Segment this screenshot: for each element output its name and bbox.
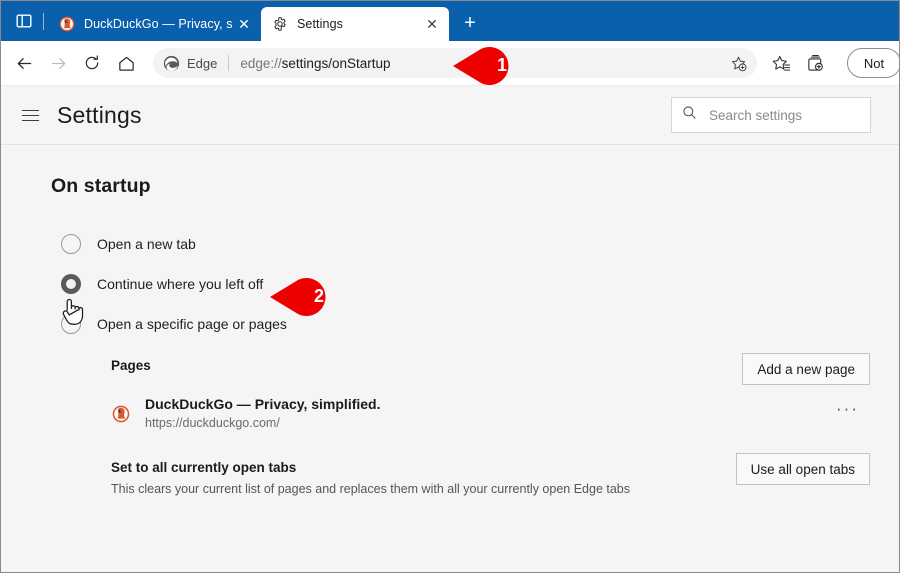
edge-logo-icon [163,55,180,72]
search-placeholder: Search settings [709,107,803,123]
profile-button[interactable]: Not [847,48,899,78]
duckduckgo-icon [59,16,75,32]
collections-icon[interactable] [799,47,831,79]
radio-continue-where-left-off[interactable]: Continue where you left off [51,264,871,304]
tab-divider [43,13,44,30]
tab-title: DuckDuckGo — Privacy, simplified. [84,17,233,31]
url-scheme: edge:// [240,55,282,71]
more-options-icon[interactable]: ··· [836,400,859,417]
tab-list-icon[interactable] [7,4,41,38]
duckduckgo-icon [111,404,131,424]
refresh-icon[interactable] [75,46,109,80]
add-new-page-button[interactable]: Add a new page [742,353,870,385]
list-item[interactable]: DuckDuckGo — Privacy, simplified. https:… [111,395,871,432]
omnibox-divider [228,55,230,71]
address-bar[interactable]: Edge edge://settings/onStartup [153,48,757,78]
page-name: DuckDuckGo — Privacy, simplified. [145,396,381,412]
settings-header: Settings Search settings [1,86,899,145]
tab-strip: DuckDuckGo — Privacy, simplified. ✕ Sett… [1,1,899,41]
search-input[interactable]: Search settings [671,97,871,133]
radio-button[interactable] [61,314,81,334]
radio-open-new-tab[interactable]: Open a new tab [51,224,871,264]
url-path: settings/onStartup [281,55,391,71]
radio-button[interactable] [61,234,81,254]
settings-page: Settings Search settings On startup Open… [1,86,899,572]
back-arrow-icon[interactable] [7,46,41,80]
radio-open-specific-pages[interactable]: Open a specific page or pages [51,304,871,344]
search-icon [682,105,697,125]
add-favorite-star-icon[interactable] [725,50,751,76]
new-tab-button[interactable]: + [455,8,485,38]
section-title-on-startup: On startup [51,175,151,197]
browser-tab-settings[interactable]: Settings ✕ [261,7,449,41]
browser-tab-duckduckgo[interactable]: DuckDuckGo — Privacy, simplified. ✕ [48,7,261,41]
edge-brand-label: Edge [187,55,218,71]
radio-button[interactable] [61,274,81,294]
hamburger-menu-icon[interactable] [17,102,43,128]
close-icon[interactable]: ✕ [233,13,255,35]
close-icon[interactable]: ✕ [421,13,443,35]
page-url: https://duckduckgo.com/ [145,415,280,430]
forward-arrow-icon [41,46,75,80]
settings-content: On startup Open a new tab Continue where… [1,145,899,572]
browser-toolbar: Edge edge://settings/onStartup Not [1,41,899,86]
gear-icon [272,16,288,32]
radio-label: Open a new tab [97,236,196,252]
home-icon[interactable] [109,46,143,80]
list-item-texts: DuckDuckGo — Privacy, simplified. https:… [145,395,380,432]
browser-window: DuckDuckGo — Privacy, simplified. ✕ Sett… [0,0,900,573]
radio-label: Continue where you left off [97,276,264,292]
tab-title: Settings [297,17,343,31]
use-all-open-tabs-button[interactable]: Use all open tabs [735,453,870,485]
url-text: edge://settings/onStartup [240,56,725,71]
page-title: Settings [57,101,142,128]
radio-label: Open a specific page or pages [97,316,287,332]
favorites-star-list-icon[interactable] [765,47,797,79]
